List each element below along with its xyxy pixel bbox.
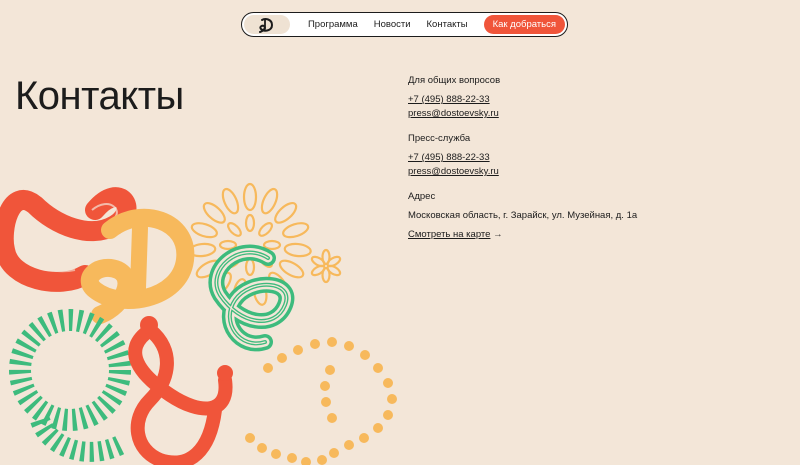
- address-block: Адрес Московская область, г. Зарайск, ул…: [408, 191, 788, 242]
- press-contacts: Пресс-служба +7 (495) 888-22-33 press@do…: [408, 133, 788, 177]
- press-phone-link[interactable]: +7 (495) 888-22-33: [408, 152, 788, 163]
- contact-info: Для общих вопросов +7 (495) 888-22-33 pr…: [408, 75, 788, 256]
- press-email-link[interactable]: press@dostoevsky.ru: [408, 166, 788, 177]
- map-link-label: Смотреть на карте: [408, 229, 491, 240]
- general-heading: Для общих вопросов: [408, 75, 501, 86]
- arrow-right-icon: →: [493, 229, 503, 240]
- nav-item-contacts[interactable]: Контакты: [427, 19, 468, 30]
- top-nav: Программа Новости Контакты Как добраться: [241, 12, 568, 37]
- general-email-link[interactable]: press@dostoevsky.ru: [408, 108, 788, 119]
- how-to-get-button[interactable]: Как добраться: [483, 15, 565, 34]
- decorative-letters-illustration: [0, 182, 397, 465]
- yellow-dotted-curve-icon: [245, 337, 397, 465]
- map-link[interactable]: Смотреть на карте →: [408, 229, 503, 240]
- green-dashed-ring-icon: [9, 309, 131, 462]
- address-heading: Адрес: [408, 191, 436, 202]
- press-heading: Пресс-служба: [408, 133, 471, 144]
- red-ampersand-icon: [128, 316, 233, 465]
- yellow-letter-d-icon: [80, 208, 195, 324]
- general-contacts: Для общих вопросов +7 (495) 888-22-33 pr…: [408, 75, 788, 119]
- nav-item-program[interactable]: Программа: [308, 19, 358, 30]
- logo[interactable]: [244, 15, 290, 34]
- page-title: Контакты: [15, 74, 184, 118]
- general-phone-link[interactable]: +7 (495) 888-22-33: [408, 94, 788, 105]
- green-striped-ampersand-icon: [208, 244, 295, 352]
- logo-glyph-icon: [258, 17, 273, 33]
- address-text: Московская область, г. Зарайск, ул. Музе…: [408, 210, 638, 221]
- nav-item-news[interactable]: Новости: [374, 19, 411, 30]
